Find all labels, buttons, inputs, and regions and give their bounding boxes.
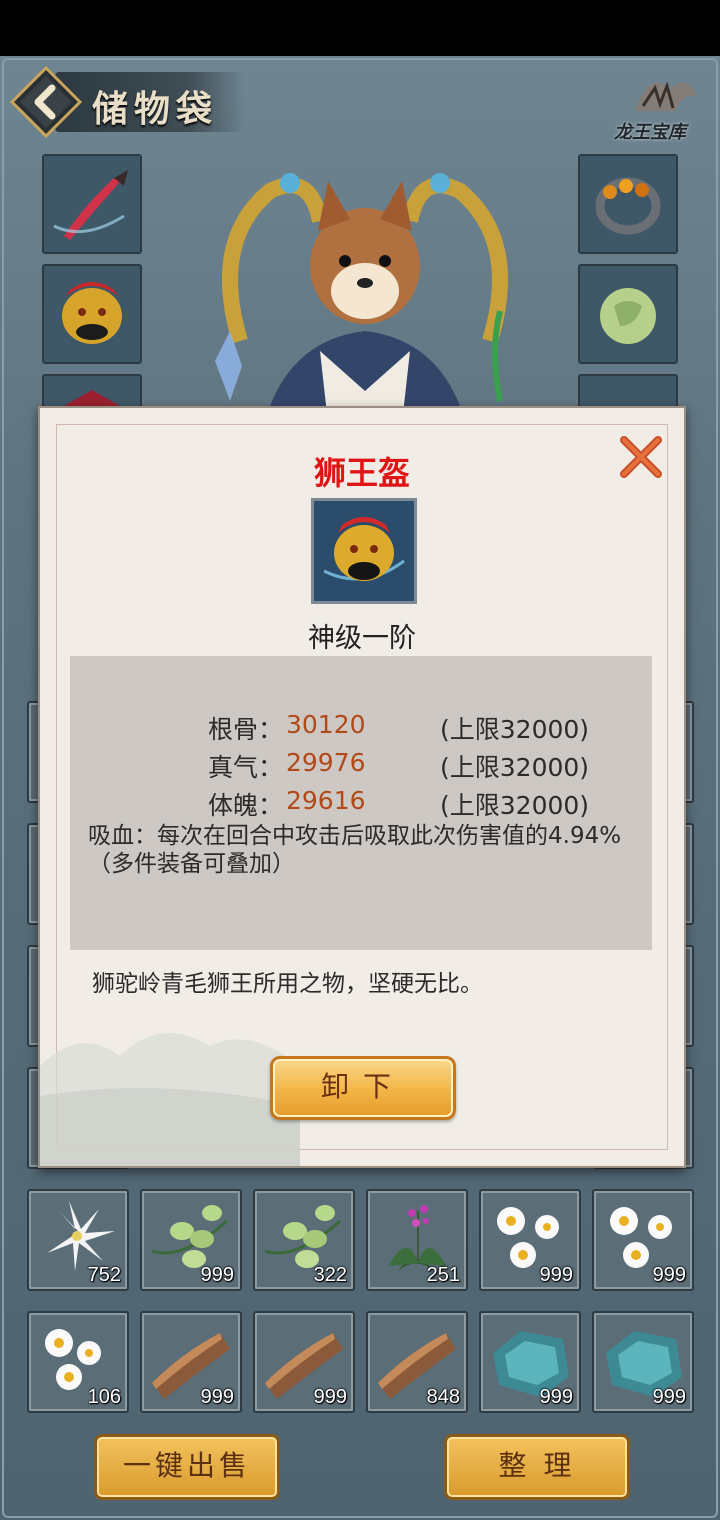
stat-value: 29616 xyxy=(286,786,366,815)
item-detail-popup: 狮王盔 神级一阶 根骨： 30120 (上限32000) 真气： 29976 (… xyxy=(38,406,686,1168)
inventory-slot[interactable]: 322 xyxy=(253,1189,355,1291)
stat-label: 真气： xyxy=(208,753,284,782)
stat-cap: (上限32000) xyxy=(440,715,590,744)
item-count: 999 xyxy=(652,1264,686,1286)
equip-slot-pendant[interactable] xyxy=(578,264,678,364)
stat-label: 根骨： xyxy=(208,715,284,744)
inventory-slot[interactable]: 848 xyxy=(366,1311,468,1413)
character-portrait xyxy=(215,173,508,441)
stat-value: 29976 xyxy=(286,748,366,777)
item-description: 狮驼岭青毛狮王所用之物，坚硬无比。 xyxy=(92,971,483,997)
treasury-label: 龙王宝库 xyxy=(614,122,686,143)
inventory-slot[interactable]: 106 xyxy=(27,1311,129,1413)
organize-button[interactable]: 整 理 xyxy=(444,1434,630,1500)
inventory-slot[interactable]: 999 xyxy=(592,1311,694,1413)
item-count: 322 xyxy=(313,1264,347,1286)
inventory-slot[interactable]: 999 xyxy=(140,1189,242,1291)
unequip-button[interactable]: 卸下 xyxy=(270,1056,456,1120)
effect-note: （多件装备可叠加） xyxy=(88,851,295,877)
item-name: 狮王盔 xyxy=(313,454,410,492)
item-count: 999 xyxy=(200,1386,234,1408)
item-count: 848 xyxy=(426,1386,460,1408)
item-count: 999 xyxy=(313,1386,347,1408)
equip-slot-weapon[interactable] xyxy=(42,154,142,254)
item-count: 251 xyxy=(426,1264,460,1286)
inventory-slot[interactable]: 999 xyxy=(592,1189,694,1291)
sell-all-button[interactable]: 一键出售 xyxy=(94,1434,280,1500)
effect-line: 吸血：每次在回合中攻击后吸取此次伤害值的4.94% xyxy=(88,823,622,849)
item-count: 999 xyxy=(652,1386,686,1408)
item-icon-frame xyxy=(311,498,417,604)
item-count: 106 xyxy=(87,1386,121,1408)
inventory-slot[interactable]: 999 xyxy=(140,1311,242,1413)
back-button[interactable] xyxy=(10,66,82,138)
ring-icon xyxy=(580,156,676,252)
item-count: 999 xyxy=(200,1264,234,1286)
item-count: 999 xyxy=(539,1264,573,1286)
red-sword-icon xyxy=(44,156,140,252)
item-grade: 神级一阶 xyxy=(308,623,416,654)
equip-slot-ring[interactable] xyxy=(578,154,678,254)
item-count: 999 xyxy=(539,1386,573,1408)
jade-pendant-icon xyxy=(580,266,676,362)
status-bar xyxy=(0,0,720,56)
inventory-slot[interactable]: 251 xyxy=(366,1189,468,1291)
inventory-slot[interactable]: 752 xyxy=(27,1189,129,1291)
stat-label: 体魄： xyxy=(208,791,284,820)
inventory-slot[interactable]: 999 xyxy=(479,1311,581,1413)
close-button[interactable] xyxy=(616,432,666,482)
stat-cap: (上限32000) xyxy=(440,753,590,782)
stat-value: 30120 xyxy=(286,710,366,739)
lion-helmet-icon xyxy=(314,501,414,601)
effect-text: 吸血：每次在回合中攻击后吸取此次伤害值的4.94% （多件装备可叠加） xyxy=(88,822,648,878)
inventory-slot[interactable]: 999 xyxy=(479,1189,581,1291)
stat-cap: (上限32000) xyxy=(440,791,590,820)
page-title: 储物袋 xyxy=(92,88,219,130)
item-count: 752 xyxy=(87,1264,121,1286)
equip-slot-helmet[interactable] xyxy=(42,264,142,364)
lion-helmet-icon xyxy=(44,266,140,362)
inventory-slot[interactable]: 999 xyxy=(253,1311,355,1413)
stats-panel: 根骨： 30120 (上限32000) 真气： 29976 (上限32000) … xyxy=(70,656,652,950)
